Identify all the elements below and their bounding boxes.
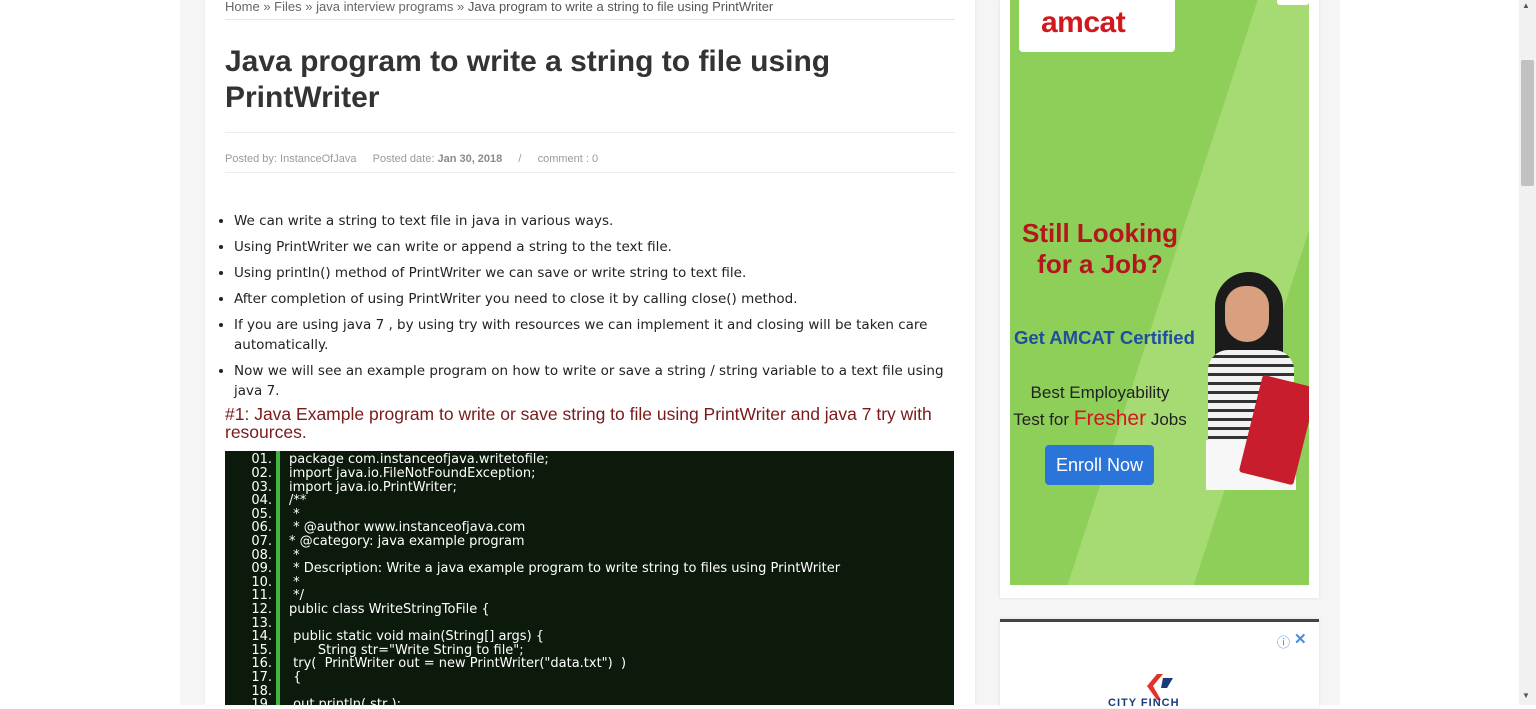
code-line-number: 16.: [251, 656, 272, 671]
close-icon[interactable]: ✕: [1294, 630, 1307, 648]
list-item: Using PrintWriter we can write or append…: [234, 237, 969, 257]
code-line-text: public static void main(String[] args) {: [289, 629, 545, 644]
section-heading: #1: Java Example program to write or sav…: [225, 404, 932, 442]
list-item: We can write a string to text file in ja…: [234, 211, 969, 231]
meta-divider: /: [518, 153, 522, 165]
code-line-number: 02.: [251, 466, 272, 481]
ad2-brand-text: CITY FINCH: [1108, 697, 1180, 709]
ad-logo-box: amcat: [1019, 0, 1175, 52]
code-line-number: 04.: [251, 493, 272, 508]
scroll-down-arrow-icon[interactable]: ▼: [1522, 691, 1530, 700]
code-line-text: public class WriteStringToFile {: [289, 602, 490, 617]
code-line-number: 12.: [251, 602, 272, 617]
code-line: 09. * Description: Write a java example …: [225, 562, 954, 576]
info-icon[interactable]: ⓘ: [1277, 632, 1290, 651]
code-line: 19. out.println( str );: [225, 697, 954, 706]
divider: [225, 132, 955, 133]
posted-date-label: Posted date:: [372, 153, 435, 165]
post-author: InstanceOfJava: [280, 153, 357, 165]
code-line-text: import java.io.FileNotFoundException;: [289, 466, 536, 481]
code-line-number: 06.: [251, 520, 272, 535]
code-line-text: {: [289, 670, 302, 685]
comment-count[interactable]: comment : 0: [538, 153, 599, 165]
code-line: 10. *: [225, 576, 954, 590]
post-meta: Posted by: InstanceOfJava Posted date: J…: [225, 153, 598, 165]
scrollbar-thumb[interactable]: [1521, 60, 1534, 186]
page-title: Java program to write a string to file u…: [225, 45, 831, 114]
breadcrumb-category-link[interactable]: java interview programs: [316, 0, 453, 14]
code-line-text: /**: [289, 493, 307, 508]
code-line-text: * Description: Write a java example prog…: [289, 561, 841, 576]
code-line-text: out.println( str );: [289, 697, 401, 706]
code-line-text: import java.io.PrintWriter;: [289, 480, 457, 495]
code-line-number: 11.: [251, 588, 272, 603]
ad-best-prefix: Test for: [1013, 410, 1074, 429]
code-line: 04. /**: [225, 494, 954, 508]
ad-person-face: [1225, 286, 1269, 342]
code-line: 01. package com.instanceofjava.writetofil…: [225, 453, 954, 467]
intro-list: We can write a string to text file in ja…: [220, 211, 969, 407]
code-line-number: 14.: [251, 629, 272, 644]
list-item: If you are using java 7 , by using try w…: [234, 315, 969, 355]
code-line: 03. import java.io.PrintWriter;: [225, 481, 954, 495]
post-date: Jan 30, 2018: [437, 153, 503, 165]
ad-cert-text: Get AMCAT Certified: [1014, 327, 1195, 348]
code-line: 14. public static void main(String[] arg…: [225, 630, 954, 644]
code-line: 11. */: [225, 589, 954, 603]
ad-best-highlight: Fresher: [1073, 407, 1147, 430]
breadcrumb-separator: »: [305, 0, 313, 14]
code-line-text: * @author www.instanceofjava.com: [289, 520, 526, 535]
ad-best-suffix: Jobs: [1146, 410, 1187, 429]
ad-headline: Still Looking for a Job?: [1022, 218, 1178, 279]
code-line-text: try( PrintWriter out = new PrintWriter("…: [289, 656, 627, 671]
breadcrumb-home-link[interactable]: Home: [225, 0, 260, 14]
list-item: Using println() method of PrintWriter we…: [234, 263, 969, 283]
ad-best-line1: Best Employability: [1030, 383, 1170, 402]
code-line-text: package com.instanceofjava.writetofile;: [289, 452, 549, 467]
scroll-up-arrow-icon[interactable]: ▲: [1522, 1, 1530, 10]
ad-best-text: Best Employability Test for Fresher Jobs: [1010, 380, 1190, 433]
code-line: 07. * @category: java example program: [225, 535, 954, 549]
code-block[interactable]: 01. package com.instanceofjava.writetofil…: [225, 451, 954, 705]
code-line-number: 17.: [251, 670, 272, 685]
code-line: 02. import java.io.FileNotFoundException;: [225, 467, 954, 481]
code-line-number: 19.: [251, 697, 272, 706]
code-line-text: */: [289, 588, 305, 603]
breadcrumb-files-link[interactable]: Files: [274, 0, 301, 14]
code-line: 12. public class WriteStringToFile {: [225, 603, 954, 617]
code-line-number: 07.: [251, 534, 272, 549]
code-line: 06. * @author www.instanceofjava.com: [225, 521, 954, 535]
enroll-now-button[interactable]: Enroll Now: [1045, 445, 1154, 485]
code-line: 17. {: [225, 671, 954, 685]
amcat-logo: amcat: [1041, 6, 1126, 39]
code-line: 16. try( PrintWriter out = new PrintWrit…: [225, 657, 954, 671]
adchoices-icon[interactable]: [1277, 0, 1309, 5]
divider: [225, 172, 955, 173]
code-line-number: 01.: [251, 452, 272, 467]
breadcrumb-separator: »: [263, 0, 271, 14]
breadcrumb-separator: »: [457, 0, 465, 14]
breadcrumb: Home » Files » java interview programs »…: [225, 0, 955, 20]
code-line-text: * @category: java example program: [289, 534, 525, 549]
list-item: Now we will see an example program on ho…: [234, 361, 969, 401]
breadcrumb-current: Java program to write a string to file u…: [467, 0, 774, 14]
list-item: After completion of using PrintWriter yo…: [234, 289, 969, 309]
amcat-ad[interactable]: amcat Still Looking for a Job? Get AMCAT…: [1010, 0, 1309, 585]
posted-by-label: Posted by:: [225, 153, 277, 165]
code-line-number: 09.: [251, 561, 272, 576]
